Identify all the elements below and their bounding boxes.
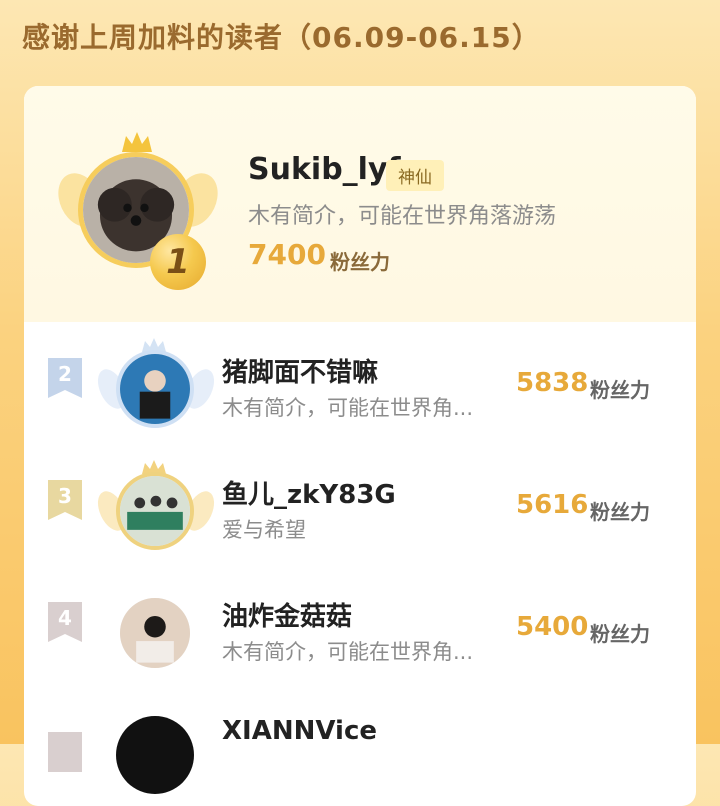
- fan-name[interactable]: 猪脚面不错嘛: [222, 352, 378, 389]
- list-item[interactable]: 3 鱼儿_zkY83G 爱与希望 5616 粉丝力: [24, 458, 696, 558]
- rank-1-badge: 1: [150, 234, 206, 290]
- fan-bio: 木有简介，可能在世界角...: [222, 640, 474, 664]
- fan-bio: 木有简介，可能在世界角...: [222, 396, 474, 420]
- rank-badge-icon: 3: [48, 480, 82, 520]
- avatar[interactable]: [116, 594, 194, 672]
- page-title: 感谢上周加料的读者（06.09-06.15）: [22, 21, 541, 54]
- fan-score: 5616: [516, 490, 589, 520]
- person-avatar-image: [120, 354, 190, 424]
- score-unit: 粉丝力: [590, 378, 650, 402]
- avatar-group: [96, 580, 216, 684]
- avatar[interactable]: [116, 472, 194, 550]
- fan-bio: 爱与希望: [222, 518, 306, 542]
- rank-badge-icon: 4: [48, 602, 82, 642]
- list-item[interactable]: 4 油炸金菇菇 木有简介，可能在世界角... 5400 粉丝力: [24, 580, 696, 680]
- title-badge: 神仙: [386, 160, 444, 191]
- fan-name[interactable]: 鱼儿_zkY83G: [222, 474, 396, 511]
- avatar[interactable]: [116, 716, 194, 794]
- crown-icon: [122, 132, 152, 152]
- list-item[interactable]: 2 猪脚面不错嘛 木有简介，可能在世界角... 5838 粉丝力: [24, 336, 696, 436]
- fan-score: 5400: [516, 612, 589, 642]
- person-avatar-image: [120, 598, 190, 668]
- score-unit: 粉丝力: [590, 500, 650, 524]
- score-unit: 粉丝力: [330, 250, 390, 274]
- top-fan-card[interactable]: 1 Sukib_lyf 神仙 木有简介，可能在世界角落游荡 7400 粉丝力: [24, 86, 696, 322]
- avatar-group: [92, 458, 220, 562]
- rank-badge-icon: [48, 732, 82, 772]
- classroom-avatar-image: [120, 476, 190, 546]
- avatar[interactable]: [116, 350, 194, 428]
- fan-ranking-panel: 1 Sukib_lyf 神仙 木有简介，可能在世界角落游荡 7400 粉丝力 2…: [24, 86, 696, 806]
- rank-badge-icon: 2: [48, 358, 82, 398]
- avatar-group: [92, 336, 220, 440]
- fan-name[interactable]: 油炸金菇菇: [222, 596, 352, 633]
- top-fan-bio: 木有简介，可能在世界角落游荡: [248, 204, 557, 229]
- fan-name[interactable]: XIANNVice: [222, 716, 377, 746]
- list-item[interactable]: XIANNVice: [24, 702, 696, 802]
- score-unit: 粉丝力: [590, 622, 650, 646]
- top-fan-score: 7400: [248, 238, 326, 271]
- top-fan-name[interactable]: Sukib_lyf: [248, 152, 401, 187]
- top-fan-avatar-group: 1: [50, 132, 226, 290]
- fan-score: 5838: [516, 368, 589, 398]
